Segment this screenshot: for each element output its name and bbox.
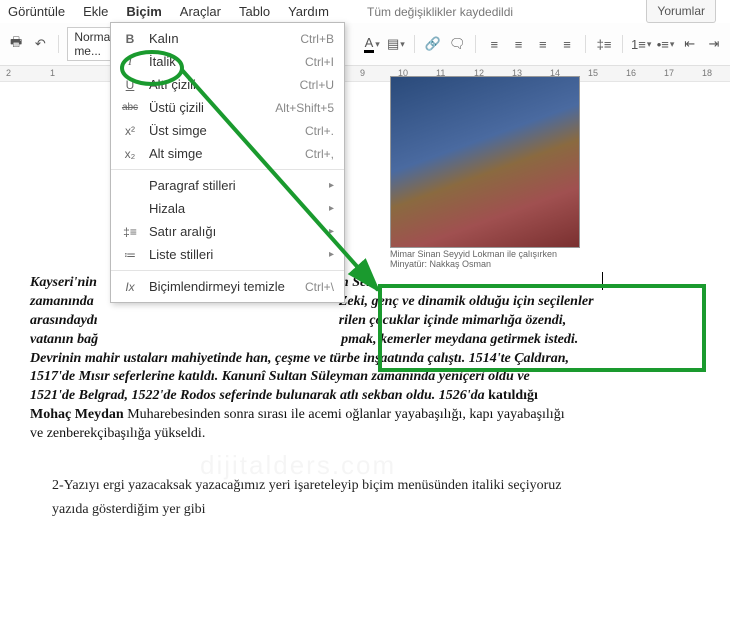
menu-item-italic[interactable]: I İtalik Ctrl+I bbox=[111, 50, 344, 73]
submenu-arrow-icon: ▸ bbox=[329, 249, 334, 260]
menu-view[interactable]: Görüntüle bbox=[8, 4, 65, 19]
text-color-button[interactable]: A▾ bbox=[362, 33, 382, 55]
menu-item-align[interactable]: Hizala ▸ bbox=[111, 197, 344, 220]
undo-icon[interactable]: ↶ bbox=[30, 33, 50, 55]
menu-item-underline[interactable]: U Altı çizili Ctrl+U bbox=[111, 73, 344, 96]
bold-icon: B bbox=[121, 32, 139, 46]
menu-item-bold[interactable]: B Kalın Ctrl+B bbox=[111, 27, 344, 50]
menu-table[interactable]: Tablo bbox=[239, 4, 270, 19]
increase-indent-icon[interactable]: ⇥ bbox=[704, 33, 724, 55]
align-center-icon[interactable]: ≡ bbox=[508, 33, 528, 55]
align-justify-icon[interactable]: ≡ bbox=[557, 33, 577, 55]
document-image[interactable]: Mimar Sinan Seyyid Lokman ile çalışırken… bbox=[390, 76, 580, 266]
format-dropdown: B Kalın Ctrl+B I İtalik Ctrl+I U Altı çi… bbox=[110, 22, 345, 303]
instruction-text: 2-Yazıyı ergi yazacaksak yazacağımız yer… bbox=[52, 474, 682, 522]
submenu-arrow-icon: ▸ bbox=[329, 203, 334, 214]
menu-item-clear-formatting[interactable]: Ix Biçimlendirmeyi temizle Ctrl+\ bbox=[111, 275, 344, 298]
menu-tools[interactable]: Araçlar bbox=[180, 4, 221, 19]
menu-format[interactable]: Biçim bbox=[126, 4, 161, 19]
line-spacing-icon[interactable]: ‡≡ bbox=[594, 33, 614, 55]
clear-format-icon: Ix bbox=[121, 280, 139, 294]
italic-icon: I bbox=[121, 54, 139, 69]
superscript-icon: x² bbox=[121, 124, 139, 138]
strikethrough-icon: abc bbox=[121, 102, 139, 113]
menu-help[interactable]: Yardım bbox=[288, 4, 329, 19]
menu-item-strikethrough[interactable]: abc Üstü çizili Alt+Shift+5 bbox=[111, 96, 344, 119]
comments-button[interactable]: Yorumlar bbox=[646, 0, 716, 23]
highlight-color-button[interactable]: ▤▾ bbox=[386, 33, 406, 55]
insert-comment-icon[interactable]: 🗨 bbox=[447, 33, 467, 55]
align-right-icon[interactable]: ≡ bbox=[533, 33, 553, 55]
menu-separator bbox=[111, 270, 344, 271]
menu-insert[interactable]: Ekle bbox=[83, 4, 108, 19]
list-icon: ≔ bbox=[121, 248, 139, 262]
menu-separator bbox=[111, 169, 344, 170]
image-caption: Mimar Sinan Seyyid Lokman ile çalışırken… bbox=[390, 248, 580, 270]
menubar: Görüntüle Ekle Biçim Araçlar Tablo Yardı… bbox=[0, 0, 730, 23]
subscript-icon: x₂ bbox=[121, 147, 139, 161]
align-left-icon[interactable]: ≡ bbox=[484, 33, 504, 55]
menu-item-paragraph-styles[interactable]: Paragraf stilleri ▸ bbox=[111, 174, 344, 197]
menu-item-subscript[interactable]: x₂ Alt simge Ctrl+, bbox=[111, 142, 344, 165]
submenu-arrow-icon: ▸ bbox=[329, 226, 334, 237]
line-spacing-icon: ‡≡ bbox=[121, 225, 139, 239]
miniature-image bbox=[390, 76, 580, 248]
bulleted-list-icon[interactable]: •≡▾ bbox=[655, 33, 675, 55]
print-icon[interactable]: 🖶 bbox=[6, 33, 26, 55]
menu-item-line-spacing[interactable]: ‡≡ Satır aralığı ▸ bbox=[111, 220, 344, 243]
decrease-indent-icon[interactable]: ⇤ bbox=[680, 33, 700, 55]
numbered-list-icon[interactable]: 1≡▾ bbox=[631, 33, 651, 55]
menu-item-list-styles[interactable]: ≔ Liste stilleri ▸ bbox=[111, 243, 344, 266]
submenu-arrow-icon: ▸ bbox=[329, 180, 334, 191]
insert-link-icon[interactable]: 🔗 bbox=[423, 33, 443, 55]
underline-icon: U bbox=[121, 78, 139, 92]
save-status: Tüm değişiklikler kaydedildi bbox=[367, 5, 513, 19]
menu-item-superscript[interactable]: x² Üst simge Ctrl+. bbox=[111, 119, 344, 142]
